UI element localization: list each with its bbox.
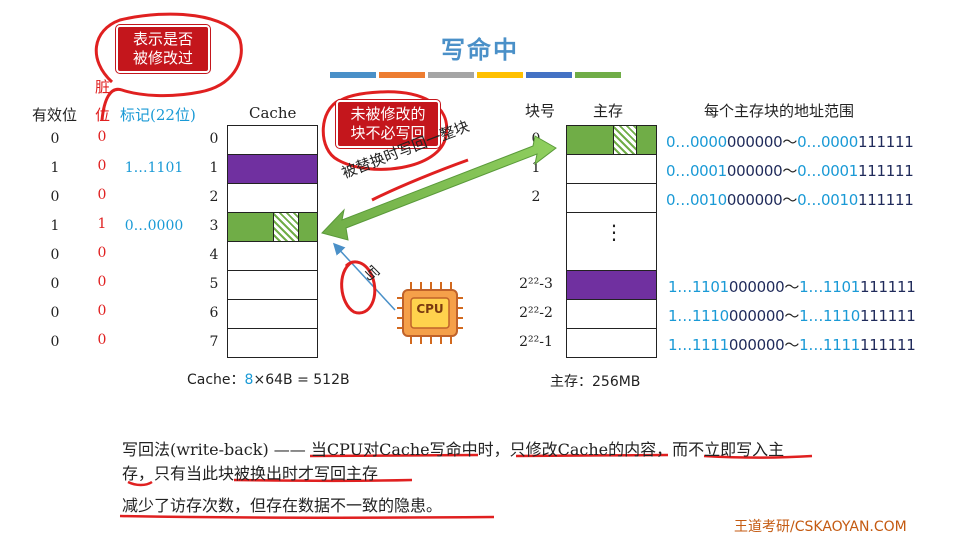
- cpu-label: CPU: [416, 302, 444, 316]
- paragraph-line-2: 存，只有当此块被换出时才写回主存: [122, 464, 379, 483]
- footer-brand: 王道考研/CSKAOYAN.COM: [734, 519, 907, 535]
- dirty-callout-line-1: 表示是否: [132, 30, 193, 48]
- dirty-callout-line-2: 被修改过: [132, 49, 193, 67]
- paragraph-line-1: 写回法(write-back) —— 当CPU对Cache写命中时，只修改Cac…: [122, 440, 785, 459]
- para-underline-6: [119, 514, 495, 519]
- not-modified-line-1: 未被修改的: [350, 105, 426, 123]
- paragraph-line-3: 减少了访存次数，但存在数据不一致的隐患。: [122, 496, 443, 515]
- slide: 写命中 有效位 脏 位 标记(22位) Cache 块号 主存 每个主存块的地址…: [0, 0, 960, 540]
- dirty-bit-callout: 表示是否 被修改过: [116, 25, 210, 73]
